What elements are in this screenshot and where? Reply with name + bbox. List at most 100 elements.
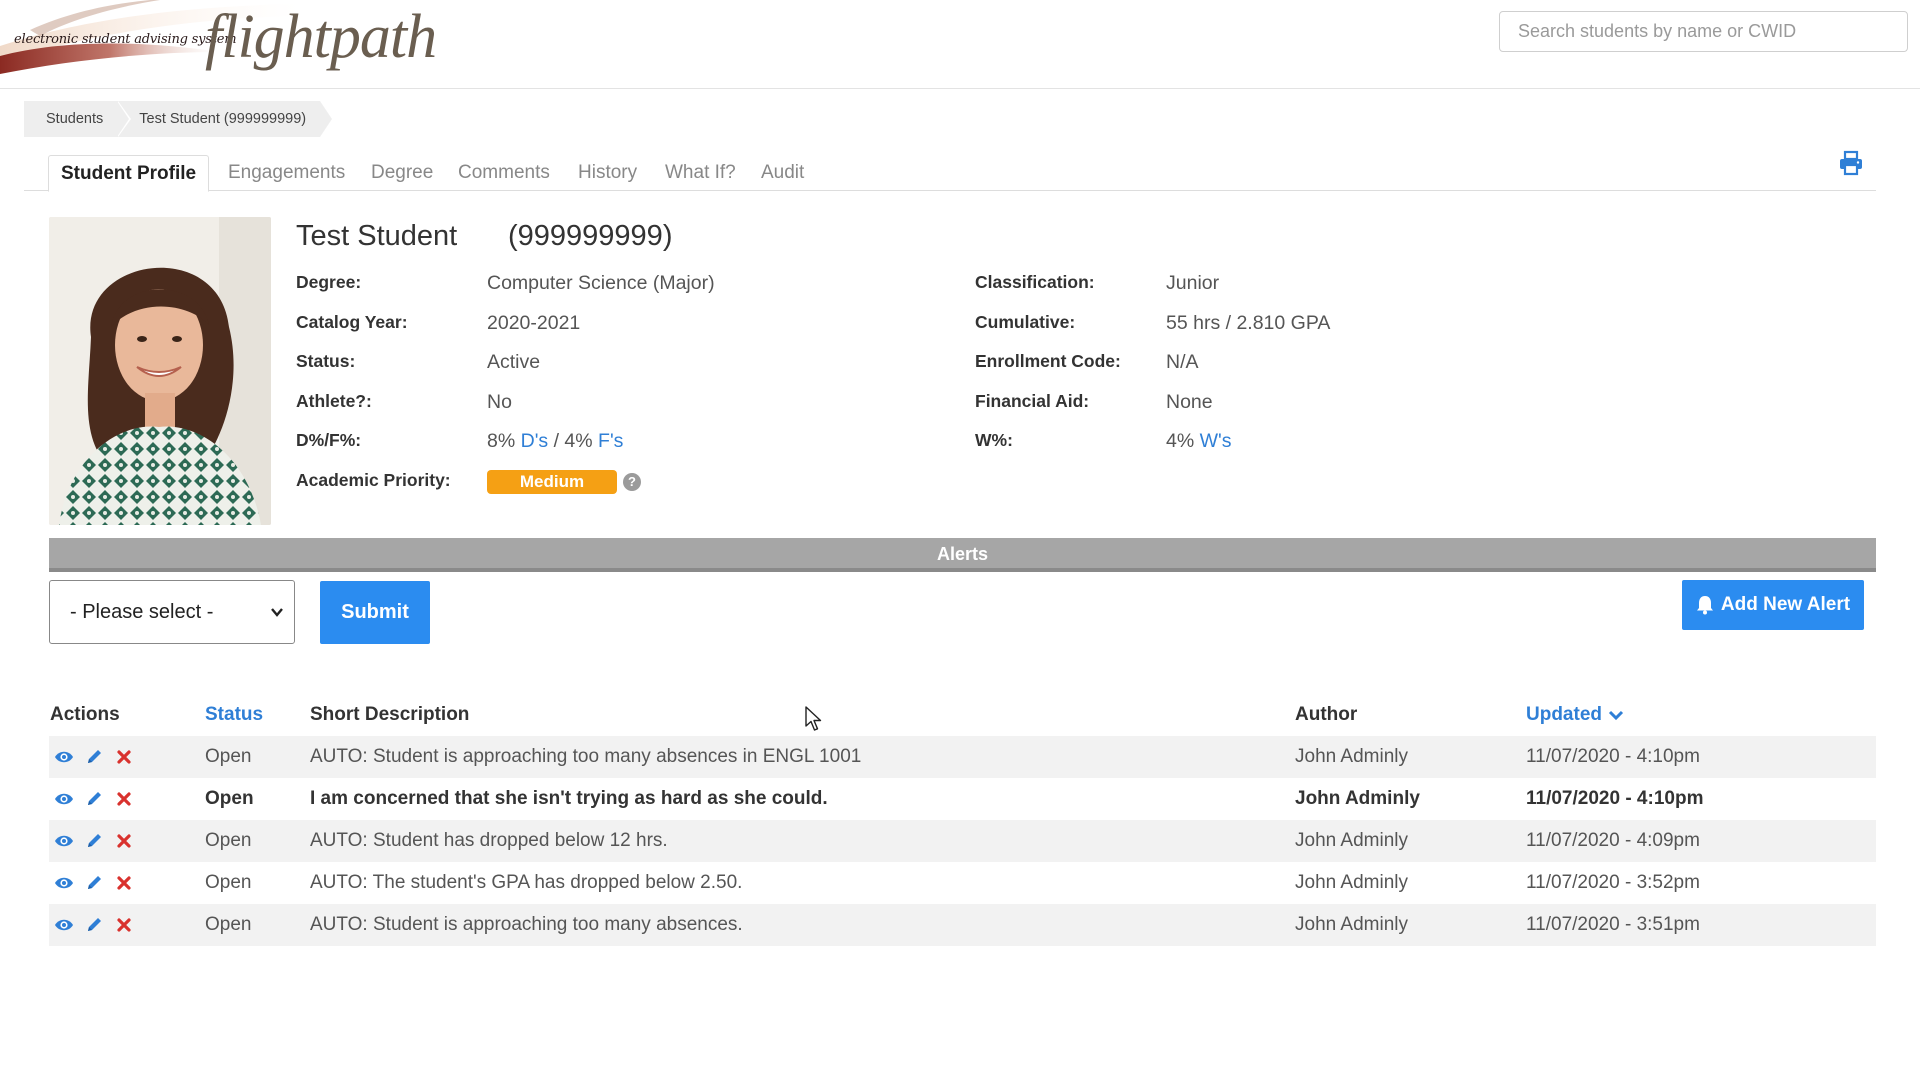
tab-what-if[interactable]: What If?	[653, 155, 748, 191]
degree-value: Computer Science (Major)	[487, 272, 715, 294]
alert-updated: 11/07/2020 - 4:09pm	[1526, 830, 1700, 851]
alert-author: John Adminly	[1295, 914, 1409, 935]
alert-updated: 11/07/2020 - 3:52pm	[1526, 872, 1700, 893]
academic-priority-label: Academic Priority:	[296, 470, 451, 490]
tab-history[interactable]: History	[566, 155, 649, 191]
alert-filter-selected-value: - Please select -	[70, 601, 214, 623]
submit-button[interactable]: Submit	[320, 581, 430, 644]
table-row: Open AUTO: Student has dropped below 12 …	[49, 820, 1876, 862]
alert-author: John Adminly	[1295, 830, 1409, 851]
column-header-actions: Actions	[50, 704, 120, 725]
classification-label: Classification:	[975, 272, 1095, 292]
logo-title: flightpath	[205, 3, 437, 71]
chevron-down-icon	[271, 608, 283, 617]
column-header-author: Author	[1295, 704, 1358, 725]
table-row: Open AUTO: Student is approaching too ma…	[49, 904, 1876, 946]
alert-status: Open	[205, 914, 252, 935]
x-icon[interactable]	[114, 832, 134, 850]
catalog-year-value: 2020-2021	[487, 312, 581, 334]
tab-audit[interactable]: Audit	[749, 155, 816, 191]
status-value: Active	[487, 351, 541, 373]
app-header: electronic student advising system fligh…	[0, 0, 1920, 89]
logo-subtitle: electronic student advising system	[14, 32, 237, 47]
df-percent-value: 8% D's / 4% F's	[487, 430, 623, 453]
academic-priority-badge: Medium	[487, 470, 617, 494]
f-percent: / 4%	[548, 430, 593, 452]
bell-icon	[1696, 596, 1713, 615]
flightpath-logo[interactable]: electronic student advising system fligh…	[0, 0, 470, 76]
alert-filter-select[interactable]: - Please select -	[49, 580, 295, 644]
pencil-icon[interactable]	[85, 748, 105, 766]
x-icon[interactable]	[114, 790, 134, 808]
alert-description: AUTO: Student is approaching too many ab…	[310, 746, 862, 767]
tab-comments[interactable]: Comments	[446, 155, 562, 191]
enrollment-code-value: N/A	[1166, 351, 1199, 373]
x-icon[interactable]	[114, 874, 134, 892]
eye-icon[interactable]	[54, 748, 74, 766]
add-new-alert-button[interactable]: Add New Alert	[1682, 580, 1864, 630]
student-search-input[interactable]	[1499, 11, 1908, 52]
alerts-section-header: Alerts	[49, 538, 1876, 572]
profile-tabs: Student Profile Engagements Degree Comme…	[24, 155, 1876, 192]
table-row: Open I am concerned that she isn't tryin…	[49, 778, 1876, 820]
table-row: Open AUTO: The student's GPA has dropped…	[49, 862, 1876, 904]
pencil-icon[interactable]	[85, 916, 105, 934]
column-header-short-description: Short Description	[310, 704, 470, 725]
student-photo	[49, 217, 271, 525]
alert-status: Open	[205, 830, 252, 851]
alert-description: I am concerned that she isn't trying as …	[310, 788, 828, 809]
w-percent-value: 4% W's	[1166, 430, 1232, 453]
column-header-status[interactable]: Status	[205, 704, 263, 726]
d-grades-link[interactable]: D's	[521, 430, 549, 452]
w-percent: 4%	[1166, 430, 1195, 452]
cumulative-label: Cumulative:	[975, 312, 1076, 332]
financial-aid-value: None	[1166, 391, 1213, 413]
f-grades-link[interactable]: F's	[598, 430, 623, 452]
eye-icon[interactable]	[54, 790, 74, 808]
tab-student-profile[interactable]: Student Profile	[48, 155, 210, 192]
chevron-down-icon	[1608, 710, 1624, 721]
breadcrumb-current-student: Test Student (999999999)	[117, 101, 332, 137]
alert-author: John Adminly	[1295, 788, 1420, 809]
breadcrumb-students[interactable]: Students	[24, 101, 132, 137]
question-circle-icon[interactable]: ?	[623, 473, 641, 491]
eye-icon[interactable]	[54, 916, 74, 934]
catalog-year-label: Catalog Year:	[296, 312, 408, 332]
alert-status: Open	[205, 872, 252, 893]
table-row: Open AUTO: Student is approaching too ma…	[49, 736, 1876, 778]
financial-aid-label: Financial Aid:	[975, 391, 1090, 411]
enrollment-code-label: Enrollment Code:	[975, 351, 1121, 371]
athlete-label: Athlete?:	[296, 391, 372, 411]
degree-label: Degree:	[296, 272, 362, 292]
x-icon[interactable]	[114, 916, 134, 934]
cumulative-value: 55 hrs / 2.810 GPA	[1166, 312, 1331, 334]
add-new-alert-label: Add New Alert	[1720, 594, 1851, 615]
updated-header-label: Updated	[1526, 704, 1602, 725]
alert-updated: 11/07/2020 - 4:10pm	[1526, 788, 1704, 809]
w-percent-label: W%:	[975, 430, 1013, 450]
pencil-icon[interactable]	[85, 790, 105, 808]
tab-degree[interactable]: Degree	[359, 155, 445, 191]
tab-engagements[interactable]: Engagements	[216, 155, 357, 191]
alert-updated: 11/07/2020 - 4:10pm	[1526, 746, 1700, 767]
pencil-icon[interactable]	[85, 832, 105, 850]
eye-icon[interactable]	[54, 874, 74, 892]
athlete-value: No	[487, 391, 512, 413]
alert-author: John Adminly	[1295, 872, 1409, 893]
d-percent: 8%	[487, 430, 516, 452]
alert-updated: 11/07/2020 - 3:51pm	[1526, 914, 1700, 935]
pencil-icon[interactable]	[85, 874, 105, 892]
printer-icon[interactable]	[1838, 150, 1864, 176]
alert-status: Open	[205, 788, 254, 809]
status-label: Status:	[296, 351, 356, 371]
column-header-updated[interactable]: Updated	[1526, 704, 1624, 726]
w-grades-link[interactable]: W's	[1200, 430, 1232, 452]
alert-description: AUTO: The student's GPA has dropped belo…	[310, 872, 743, 893]
student-portrait-image	[49, 217, 271, 525]
eye-icon[interactable]	[54, 832, 74, 850]
alert-description: AUTO: Student has dropped below 12 hrs.	[310, 830, 668, 851]
x-icon[interactable]	[114, 748, 134, 766]
alert-status: Open	[205, 746, 252, 767]
mouse-cursor-icon	[805, 706, 822, 731]
df-percent-label: D%/F%:	[296, 430, 362, 450]
